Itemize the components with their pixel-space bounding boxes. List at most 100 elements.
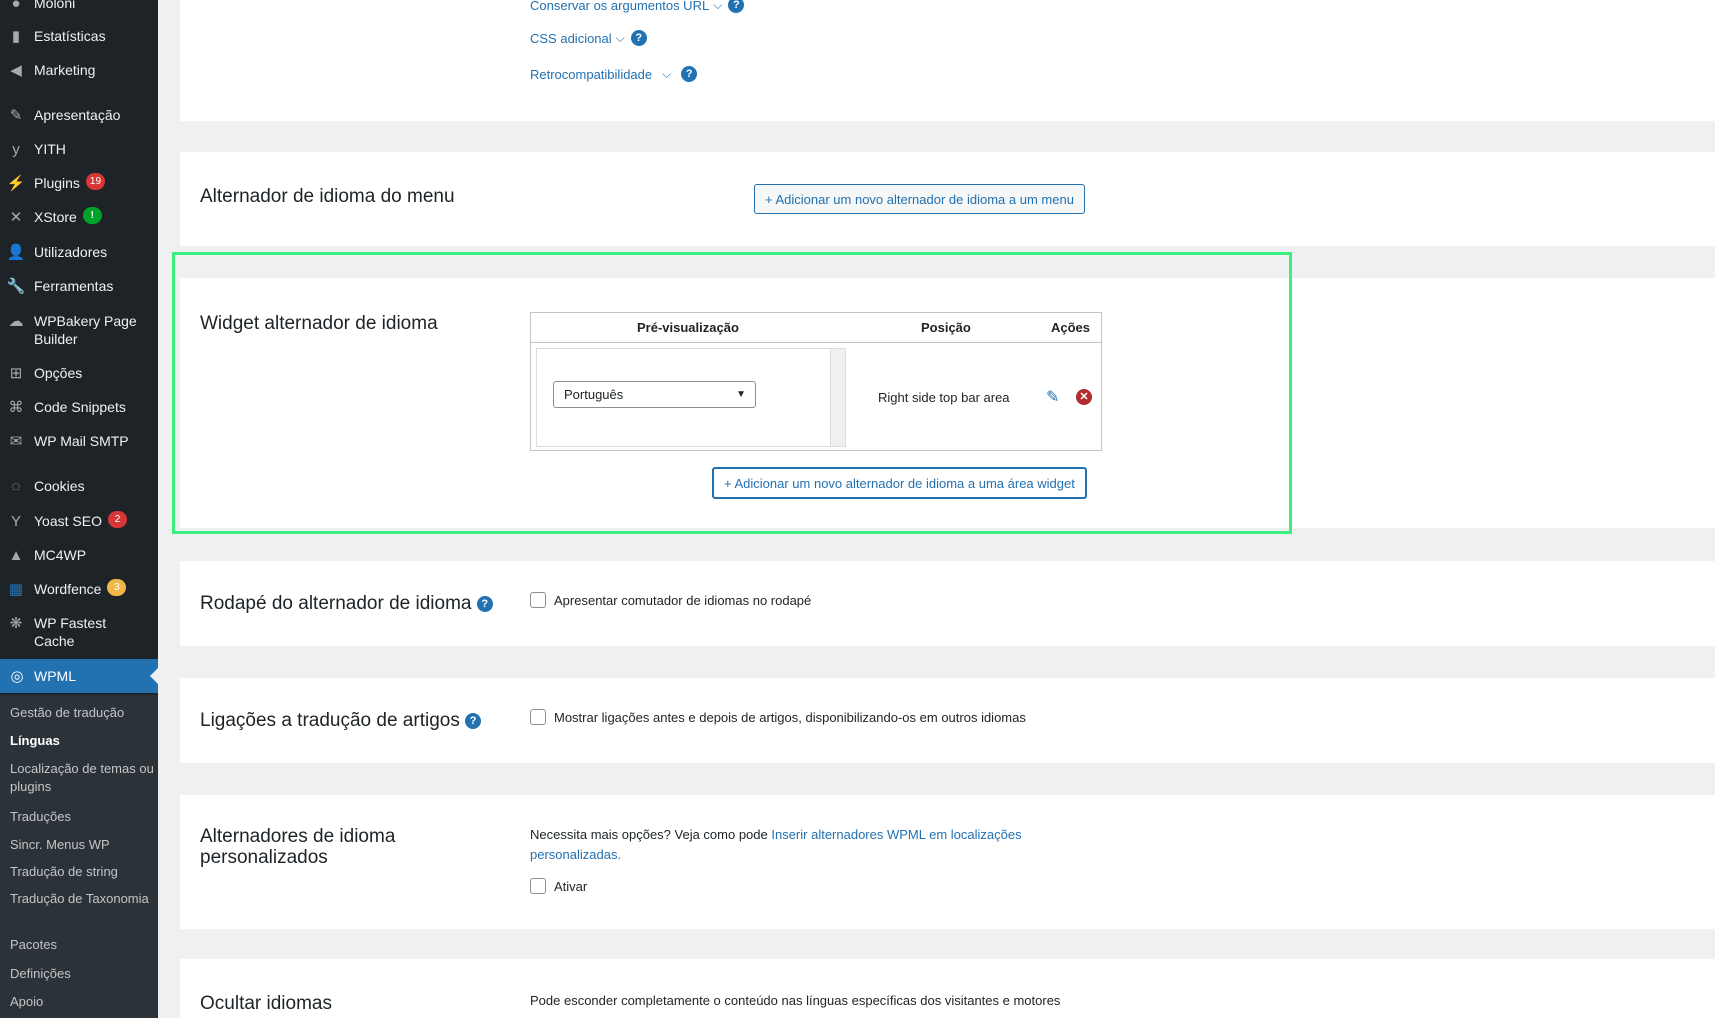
section-title-text: Ligações a tradução de artigos (200, 710, 460, 731)
menu-label: Wordfence (34, 581, 102, 597)
menu-item-wp-fastest-cache[interactable]: ❋ WP Fastest Cache (0, 614, 158, 650)
menu-label: Marketing (34, 62, 96, 78)
menu-item-yoast-seo[interactable]: Y Yoast SEO 2 (0, 511, 158, 532)
submenu-pacotes[interactable]: Pacotes (10, 936, 154, 954)
brush-icon: ✎ (9, 107, 23, 124)
section-title-text: Rodapé do alternador de idioma (200, 593, 472, 614)
update-badge: 19 (85, 173, 106, 190)
menu-label: Code Snippets (34, 399, 126, 415)
menu-item-mc4wp[interactable]: ▲ MC4WP (0, 546, 158, 566)
submenu-gestao-traducao[interactable]: Gestão de tradução (10, 704, 154, 722)
menu-item-cookies[interactable]: ◌ Cookies (0, 477, 158, 497)
menu-item-apresentacao[interactable]: ✎ Apresentação (0, 106, 158, 126)
notification-badge: 3 (107, 579, 127, 596)
yith-icon: y (12, 141, 20, 158)
panel-menu-switcher: Alternador de idioma do menu + Adicionar… (180, 152, 1715, 246)
user-icon: 👤 (6, 244, 26, 261)
submenu-localizacao[interactable]: Localização de temas ou plugins (10, 760, 154, 796)
submenu-traducoes[interactable]: Traduções (10, 808, 154, 826)
link-css-adicional[interactable]: CSS adicional (530, 31, 612, 46)
wpbakery-icon: ☁ (8, 313, 24, 330)
section-title: Alternador de idioma do menu (200, 186, 455, 207)
moloni-icon: ● (11, 0, 21, 12)
help-icon[interactable]: ? (465, 712, 482, 729)
panel-post-links: Ligações a tradução de artigos ? Mostrar… (180, 678, 1715, 763)
menu-label: Moloni (34, 0, 76, 11)
toggle-retrocompatibilidade[interactable]: Retrocompatibilidade ⌵ ? (530, 66, 698, 82)
notification-badge: 2 (107, 511, 127, 528)
menu-item-moloni[interactable]: ● Moloni (0, 0, 158, 14)
admin-sidebar: ● Moloni ▮ Estatísticas ◀ Marketing ✎ Ap… (0, 0, 158, 1018)
footer-switcher-option[interactable]: Apresentar comutador de idiomas no rodap… (530, 592, 811, 608)
xstore-icon: ✕ (9, 209, 23, 226)
link-retrocompatibilidade[interactable]: Retrocompatibilidade (530, 67, 652, 82)
menu-item-opcoes[interactable]: ⊞ Opções (0, 364, 158, 384)
menu-item-wpml[interactable]: ◎ WPML (0, 659, 158, 693)
menu-label: WP Mail SMTP (34, 433, 129, 449)
menu-item-utilizadores[interactable]: 👤 Utilizadores (0, 243, 158, 263)
post-links-option[interactable]: Mostrar ligações antes e depois de artig… (530, 709, 1026, 725)
submenu-apoio[interactable]: Apoio (10, 993, 154, 1011)
menu-label: XStore (34, 209, 77, 225)
yoast-icon: Y (10, 513, 21, 530)
chevron-down-icon: ⌵ (662, 66, 672, 81)
checkbox-label: Apresentar comutador de idiomas no rodap… (554, 592, 812, 608)
menu-item-wordfence[interactable]: ▦ Wordfence 3 (0, 579, 158, 600)
menu-item-wp-mail-smtp[interactable]: ✉ WP Mail SMTP (0, 432, 158, 452)
submenu-linguas[interactable]: Línguas (10, 732, 154, 750)
checkbox-label: Mostrar ligações antes e depois de artig… (554, 709, 1026, 725)
menu-label: WPML (34, 668, 76, 684)
menu-label: Opções (34, 365, 83, 381)
menu-label: Cookies (34, 478, 85, 494)
mail-icon: ✉ (9, 433, 23, 450)
code-icon: ⌘ (8, 399, 24, 416)
menu-label: MC4WP (34, 547, 87, 563)
section-title: Ligações a tradução de artigos ? (200, 710, 482, 731)
menu-item-marketing[interactable]: ◀ Marketing (0, 61, 158, 81)
chevron-down-icon: ⌵ (615, 30, 625, 45)
section-title: Ocultar idiomas (200, 993, 332, 1014)
menu-label: Apresentação (34, 107, 121, 123)
menu-label: Ferramentas (34, 278, 114, 294)
submenu-traducao-taxonomia[interactable]: Tradução de Taxonomia (10, 890, 154, 908)
submenu-definicoes[interactable]: Definições (10, 965, 154, 983)
toggle-css-adicional[interactable]: CSS adicional ⌵ ? (530, 30, 647, 46)
help-icon[interactable]: ? (476, 595, 493, 612)
plugin-icon: ⚡ (6, 175, 26, 192)
menu-item-estatisticas[interactable]: ▮ Estatísticas (0, 27, 158, 47)
footer-switcher-checkbox[interactable] (530, 592, 546, 608)
activate-checkbox[interactable] (530, 878, 546, 894)
post-links-checkbox[interactable] (530, 709, 546, 725)
panel-advanced-options: Conservar os argumentos URL ⌵ ? CSS adic… (180, 0, 1715, 121)
menu-item-plugins[interactable]: ⚡ Plugins 19 (0, 173, 158, 194)
menu-item-xstore[interactable]: ✕ XStore ! (0, 207, 158, 228)
menu-item-yith[interactable]: y YITH (0, 140, 158, 160)
help-icon[interactable]: ? (630, 30, 647, 46)
cookie-icon: ◌ (11, 478, 21, 495)
add-menu-switcher-button[interactable]: + Adicionar um novo alternador de idioma… (754, 184, 1085, 214)
wpml-submenu: Gestão de tradução Línguas Localização d… (0, 695, 158, 1018)
menu-item-code-snippets[interactable]: ⌘ Code Snippets (0, 398, 158, 418)
submenu-sincr-menus[interactable]: Sincr. Menus WP (10, 836, 154, 854)
description-text: Necessita mais opções? Veja como pode (530, 827, 772, 842)
section-title: Alternadores de idioma personalizados (200, 826, 396, 868)
menu-label: Yoast SEO (34, 513, 102, 529)
custom-switchers-description: Necessita mais opções? Veja como pode In… (530, 825, 1050, 865)
section-title: Rodapé do alternador de idioma ? (200, 593, 493, 614)
menu-item-ferramentas[interactable]: 🔧 Ferramentas (0, 277, 158, 297)
menu-label: Estatísticas (34, 28, 106, 44)
submenu-traducao-string[interactable]: Tradução de string (10, 863, 154, 881)
menu-item-wpbakery[interactable]: ☁ WPBakery Page Builder (0, 312, 158, 348)
custom-switchers-option[interactable]: Ativar (530, 878, 587, 894)
help-icon[interactable]: ? (728, 0, 745, 13)
wrench-icon: 🔧 (6, 278, 26, 295)
menu-label: Plugins (34, 175, 80, 191)
panel-footer-switcher: Rodapé do alternador de idioma ? Apresen… (180, 561, 1715, 646)
wordfence-icon: ▦ (8, 581, 24, 598)
highlight-box (172, 252, 1292, 534)
chart-icon: ▮ (11, 28, 21, 45)
link-conservar-url[interactable]: Conservar os argumentos URL (530, 0, 709, 13)
menu-label: WP Fastest Cache (34, 615, 107, 649)
help-icon[interactable]: ? (681, 66, 698, 82)
toggle-conservar-url[interactable]: Conservar os argumentos URL ⌵ ? (530, 0, 745, 13)
